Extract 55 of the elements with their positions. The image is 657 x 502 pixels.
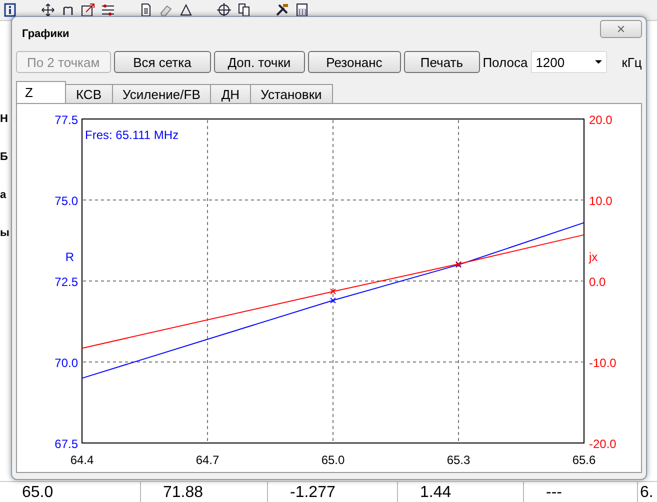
document-icon[interactable] bbox=[139, 3, 153, 17]
axis-tick-label: 0.0 bbox=[589, 275, 606, 289]
table-cell: 1.44 bbox=[398, 482, 524, 502]
resonance-annotation: Fres: 65.111 MHz bbox=[85, 128, 179, 142]
resize-icon[interactable] bbox=[81, 3, 95, 17]
axis-tick-label: 75.0 bbox=[54, 194, 78, 208]
tab[interactable]: ДН bbox=[211, 84, 251, 103]
table-cell: -1.277 bbox=[268, 482, 398, 502]
tab[interactable]: КСВ bbox=[66, 84, 112, 103]
point-marker bbox=[330, 288, 336, 295]
axis-tick-label: 65.6 bbox=[572, 453, 596, 467]
point-marker bbox=[330, 297, 336, 304]
toolbar-button[interactable]: Печать bbox=[404, 51, 480, 73]
axis-label: jx bbox=[589, 250, 598, 264]
caret-icon bbox=[594, 60, 602, 64]
copy-icon[interactable] bbox=[237, 3, 251, 17]
text-fragment: а bbox=[0, 188, 8, 202]
axis-tick-label: 65.0 bbox=[321, 453, 345, 467]
tools-icon[interactable] bbox=[275, 3, 289, 17]
toolbar-button[interactable]: Доп. точки bbox=[214, 51, 305, 73]
text-fragment: ы bbox=[0, 226, 10, 240]
crosshair-icon[interactable] bbox=[217, 3, 231, 17]
axis-tick-label: 77.5 bbox=[54, 113, 78, 127]
calculator-icon[interactable] bbox=[295, 3, 309, 17]
tab[interactable]: Z bbox=[16, 81, 66, 103]
info-icon[interactable] bbox=[3, 3, 17, 17]
table-cell: --- bbox=[524, 482, 638, 502]
toolbar-button[interactable]: Вся сетка bbox=[114, 51, 211, 73]
tab[interactable]: Усиление/FB bbox=[112, 84, 212, 103]
axis-tick-label: 10.0 bbox=[589, 194, 612, 208]
window-title: Графики bbox=[21, 27, 70, 40]
close-button[interactable]: ✕ bbox=[600, 20, 642, 38]
axis-tick-label: 70.0 bbox=[54, 356, 78, 370]
tab[interactable]: Установки bbox=[250, 84, 333, 103]
axis-label: R bbox=[65, 250, 74, 264]
sliders-icon[interactable] bbox=[101, 3, 115, 17]
table-cell: 71.88 bbox=[141, 482, 268, 502]
unit-label: кГц bbox=[622, 54, 642, 70]
axis-tick-label: 20.0 bbox=[589, 113, 612, 127]
axis-tick-label: 65.3 bbox=[446, 453, 470, 467]
table-cell-text: 6. bbox=[639, 483, 654, 502]
band-label: Полоса bbox=[482, 54, 528, 70]
toolbar-button[interactable]: Резонанс bbox=[308, 51, 401, 73]
text-fragment: Н bbox=[0, 112, 9, 126]
axis-tick-label: 64.7 bbox=[196, 453, 220, 467]
axis-tick-label: 72.5 bbox=[54, 275, 78, 289]
axis-tick-label: -20.0 bbox=[589, 437, 616, 451]
axis-tick-label: -10.0 bbox=[589, 356, 616, 370]
triangle-icon[interactable] bbox=[179, 3, 193, 17]
axis-tick-label: 64.4 bbox=[70, 453, 94, 467]
axis-tick-label: 67.5 bbox=[54, 437, 78, 451]
text-fragment: Б bbox=[0, 150, 9, 164]
band-dropdown[interactable]: 1200 bbox=[530, 51, 607, 73]
move-icon[interactable] bbox=[41, 3, 55, 17]
table-cell: 65.0 bbox=[0, 482, 141, 502]
